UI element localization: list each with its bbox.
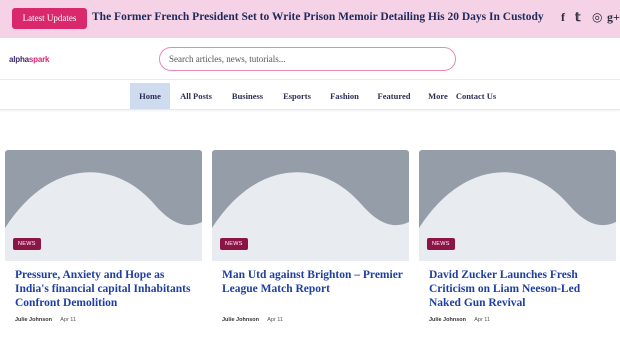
article-date: Apr 11 — [267, 317, 284, 323]
twitter-icon[interactable]: 𝕥 — [575, 10, 581, 24]
ticker-headline[interactable]: The Former French President Set to Write… — [92, 11, 544, 23]
nav-item-more[interactable]: More — [426, 83, 450, 109]
category-badge[interactable]: NEWS — [220, 238, 248, 250]
nav-item-esports[interactable]: Esports — [280, 83, 314, 109]
latest-updates-label: Latest Updates — [12, 8, 87, 29]
google-plus-icon[interactable]: g+ — [607, 10, 620, 24]
site-header: alphaspark — [0, 38, 620, 80]
article-meta: Julie Johnson Apr 11 — [429, 317, 490, 323]
article-title[interactable]: David Zucker Launches Fresh Criticism on… — [429, 268, 614, 310]
nav-item-home[interactable]: Home — [130, 83, 170, 109]
article-author[interactable]: Julie Johnson — [222, 317, 259, 323]
nav-item-featured[interactable]: Featured — [374, 83, 414, 109]
main-navigation: Home All Posts Business Esports Fashion … — [0, 80, 620, 110]
top-bar: Latest Updates The Former French Preside… — [0, 0, 620, 38]
article-title[interactable]: Pressure, Anxiety and Hope as India's fi… — [15, 268, 200, 310]
article-author[interactable]: Julie Johnson — [429, 317, 466, 323]
article-meta: Julie Johnson Apr 11 — [15, 317, 76, 323]
article-date: Apr 11 — [60, 317, 77, 323]
logo-text-alpha: alpha — [9, 55, 29, 64]
facebook-icon[interactable]: f — [561, 10, 565, 24]
search-input[interactable] — [169, 51, 439, 67]
logo-text-spark: spark — [28, 55, 50, 64]
nav-item-all-posts[interactable]: All Posts — [175, 83, 217, 109]
nav-item-business[interactable]: Business — [227, 83, 268, 109]
article-title[interactable]: Man Utd against Brighton – Premier Leagu… — [222, 268, 407, 296]
category-badge[interactable]: NEWS — [13, 238, 41, 250]
article-card[interactable]: NEWS Pressure, Anxiety and Hope as India… — [5, 150, 202, 343]
article-card[interactable]: NEWS David Zucker Launches Fresh Critici… — [419, 150, 616, 343]
nav-item-fashion[interactable]: Fashion — [327, 83, 362, 109]
site-logo[interactable]: alphaspark — [9, 55, 49, 64]
article-author[interactable]: Julie Johnson — [15, 317, 52, 323]
nav-item-contact-us[interactable]: Contact Us — [455, 83, 497, 109]
category-badge[interactable]: NEWS — [427, 238, 455, 250]
article-date: Apr 11 — [474, 317, 491, 323]
instagram-icon[interactable]: ◎ — [592, 10, 602, 24]
article-card[interactable]: NEWS Man Utd against Brighton – Premier … — [212, 150, 409, 343]
search-box — [159, 47, 456, 71]
article-meta: Julie Johnson Apr 11 — [222, 317, 283, 323]
